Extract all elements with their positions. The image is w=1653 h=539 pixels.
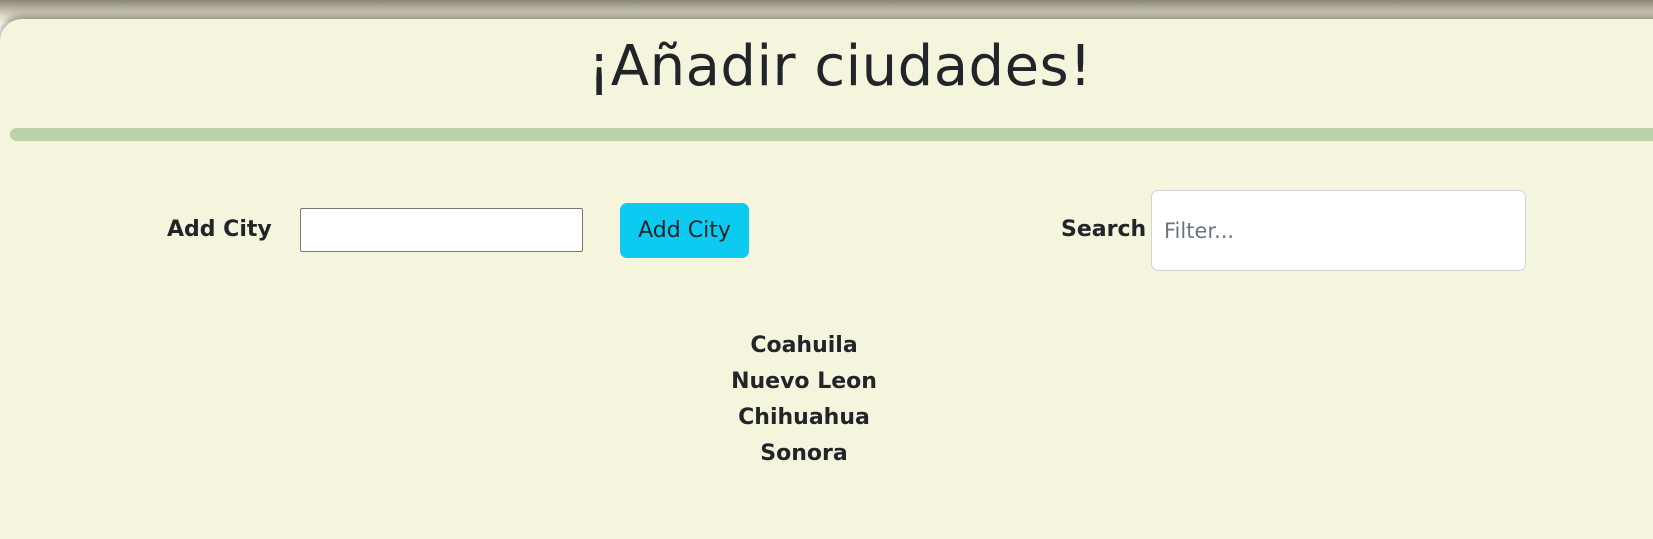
city-list-item: Chihuahua — [738, 405, 870, 430]
city-list-item: Nuevo Leon — [731, 369, 877, 394]
page-title: ¡Añadir ciudades! — [587, 34, 1093, 99]
add-city-input[interactable] — [300, 208, 583, 252]
city-list-item: Sonora — [760, 441, 848, 466]
add-city-label: Add City — [167, 217, 272, 242]
page-card: ¡Añadir ciudades! Add City Add City Sear… — [0, 19, 1653, 539]
search-input[interactable] — [1151, 190, 1526, 271]
add-city-button[interactable]: Add City — [620, 203, 749, 258]
city-list-item: Coahuila — [750, 333, 858, 358]
search-label: Search — [1061, 217, 1147, 242]
city-list: Coahuila Nuevo Leon Chihuahua Sonora — [704, 328, 904, 472]
title-divider — [10, 128, 1653, 141]
